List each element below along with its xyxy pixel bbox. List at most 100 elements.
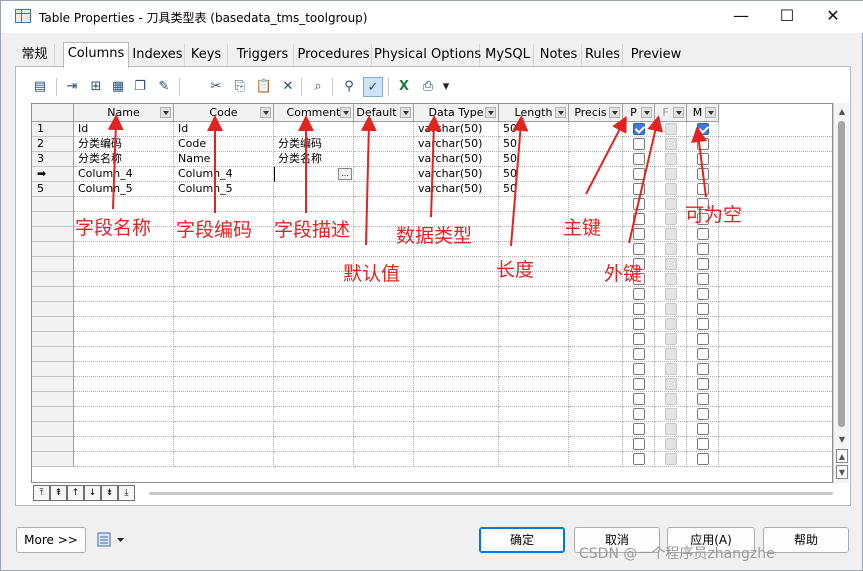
cell-length[interactable] bbox=[499, 392, 569, 407]
row-number[interactable] bbox=[32, 317, 74, 332]
table-row[interactable] bbox=[32, 377, 832, 392]
cell-comment[interactable] bbox=[274, 272, 354, 287]
cell-default[interactable] bbox=[354, 377, 414, 392]
mandatory-checkbox[interactable] bbox=[697, 123, 709, 135]
cell-default[interactable] bbox=[354, 167, 414, 182]
mandatory-checkbox[interactable] bbox=[697, 273, 709, 285]
mandatory-checkbox[interactable] bbox=[697, 453, 709, 465]
cell-length[interactable]: 50 bbox=[499, 167, 569, 182]
tab-physical-options[interactable]: Physical Options bbox=[374, 44, 481, 67]
row-number[interactable]: 2 bbox=[32, 137, 74, 152]
row-number[interactable] bbox=[32, 362, 74, 377]
cell-code[interactable] bbox=[174, 302, 274, 317]
foreign-checkbox[interactable] bbox=[665, 258, 677, 270]
header-name[interactable]: Name bbox=[74, 104, 174, 122]
table-row[interactable]: 3 分类名称 Name 分类名称 varchar(50) 50 bbox=[32, 152, 832, 167]
cell-code[interactable] bbox=[174, 197, 274, 212]
cell-comment[interactable] bbox=[274, 182, 354, 197]
cell-precis[interactable] bbox=[569, 122, 623, 137]
cell-name[interactable]: Id bbox=[74, 122, 174, 137]
primary-checkbox[interactable] bbox=[633, 168, 645, 180]
tab-preview[interactable]: Preview bbox=[628, 44, 684, 67]
row-number[interactable] bbox=[32, 212, 74, 227]
row-number[interactable] bbox=[32, 422, 74, 437]
cell-default[interactable] bbox=[354, 137, 414, 152]
foreign-checkbox[interactable] bbox=[665, 438, 677, 450]
cell-code[interactable] bbox=[174, 257, 274, 272]
header-primary[interactable]: P bbox=[623, 104, 655, 122]
foreign-checkbox[interactable] bbox=[665, 153, 677, 165]
tab-indexes[interactable]: Indexes bbox=[131, 44, 185, 67]
cell-code[interactable] bbox=[174, 362, 274, 377]
chevron-down-icon[interactable] bbox=[555, 107, 566, 118]
mandatory-checkbox[interactable] bbox=[697, 378, 709, 390]
row-number[interactable] bbox=[32, 392, 74, 407]
cell-comment[interactable] bbox=[274, 437, 354, 452]
cell-precis[interactable] bbox=[569, 392, 623, 407]
cell-length[interactable] bbox=[499, 407, 569, 422]
tab-columns[interactable]: Columns bbox=[63, 42, 129, 68]
row-number[interactable]: 3 bbox=[32, 152, 74, 167]
foreign-checkbox[interactable] bbox=[665, 243, 677, 255]
add-columns-icon[interactable]: ▦ bbox=[108, 77, 128, 97]
table-row[interactable]: 1 Id Id varchar(50) 50 bbox=[32, 122, 832, 137]
cell-default[interactable] bbox=[354, 302, 414, 317]
cell-default[interactable] bbox=[354, 197, 414, 212]
cell-code[interactable] bbox=[174, 452, 274, 467]
header-foreign[interactable]: F bbox=[655, 104, 687, 122]
table-row[interactable] bbox=[32, 302, 832, 317]
insert-row-icon[interactable]: ⇥ bbox=[62, 77, 82, 97]
cell-type[interactable] bbox=[414, 392, 499, 407]
foreign-checkbox[interactable] bbox=[665, 198, 677, 210]
table-row[interactable] bbox=[32, 452, 832, 467]
cell-default[interactable] bbox=[354, 452, 414, 467]
cell-code[interactable] bbox=[174, 272, 274, 287]
cell-name[interactable] bbox=[74, 452, 174, 467]
cell-name[interactable] bbox=[74, 302, 174, 317]
cell-default[interactable] bbox=[354, 347, 414, 362]
table-row[interactable] bbox=[32, 362, 832, 377]
page-down-icon[interactable]: ▼ bbox=[836, 465, 848, 479]
primary-checkbox[interactable] bbox=[633, 453, 645, 465]
filter-toggle-icon[interactable]: ✓ bbox=[363, 77, 383, 97]
more-dropdown-icon[interactable]: ▾ bbox=[440, 77, 452, 97]
cell-type[interactable] bbox=[414, 287, 499, 302]
cell-comment[interactable] bbox=[274, 332, 354, 347]
cell-precis[interactable] bbox=[569, 437, 623, 452]
chevron-down-icon[interactable] bbox=[705, 107, 716, 118]
cell-precis[interactable] bbox=[569, 137, 623, 152]
cell-name[interactable] bbox=[74, 257, 174, 272]
mandatory-checkbox[interactable] bbox=[697, 243, 709, 255]
cell-comment[interactable] bbox=[274, 287, 354, 302]
tab-mysql[interactable]: MySQL bbox=[482, 44, 534, 67]
cell-length[interactable] bbox=[499, 287, 569, 302]
more-button[interactable]: More >> bbox=[16, 527, 86, 553]
row-number[interactable] bbox=[32, 257, 74, 272]
cell-length[interactable] bbox=[499, 197, 569, 212]
table-row[interactable] bbox=[32, 287, 832, 302]
cell-precis[interactable] bbox=[569, 407, 623, 422]
cell-comment[interactable] bbox=[274, 377, 354, 392]
help-button[interactable]: 帮助 bbox=[763, 527, 849, 553]
primary-checkbox[interactable] bbox=[633, 438, 645, 450]
cell-length[interactable] bbox=[499, 302, 569, 317]
primary-checkbox[interactable] bbox=[633, 213, 645, 225]
add-row-icon[interactable]: ⊞ bbox=[86, 77, 106, 97]
copy-columns-icon[interactable]: ❐ bbox=[130, 77, 150, 97]
cell-type[interactable] bbox=[414, 302, 499, 317]
table-row[interactable] bbox=[32, 332, 832, 347]
tab-triggers[interactable]: Triggers bbox=[232, 44, 294, 67]
mandatory-checkbox[interactable] bbox=[697, 258, 709, 270]
foreign-checkbox[interactable] bbox=[665, 453, 677, 465]
cell-length[interactable] bbox=[499, 212, 569, 227]
primary-checkbox[interactable] bbox=[633, 138, 645, 150]
primary-checkbox[interactable] bbox=[633, 288, 645, 300]
chevron-down-icon[interactable] bbox=[485, 107, 496, 118]
cell-type[interactable] bbox=[414, 347, 499, 362]
foreign-checkbox[interactable] bbox=[665, 288, 677, 300]
cell-code[interactable] bbox=[174, 242, 274, 257]
cell-type[interactable] bbox=[414, 257, 499, 272]
primary-checkbox[interactable] bbox=[633, 303, 645, 315]
primary-checkbox[interactable] bbox=[633, 228, 645, 240]
tab-notes[interactable]: Notes bbox=[536, 44, 582, 67]
